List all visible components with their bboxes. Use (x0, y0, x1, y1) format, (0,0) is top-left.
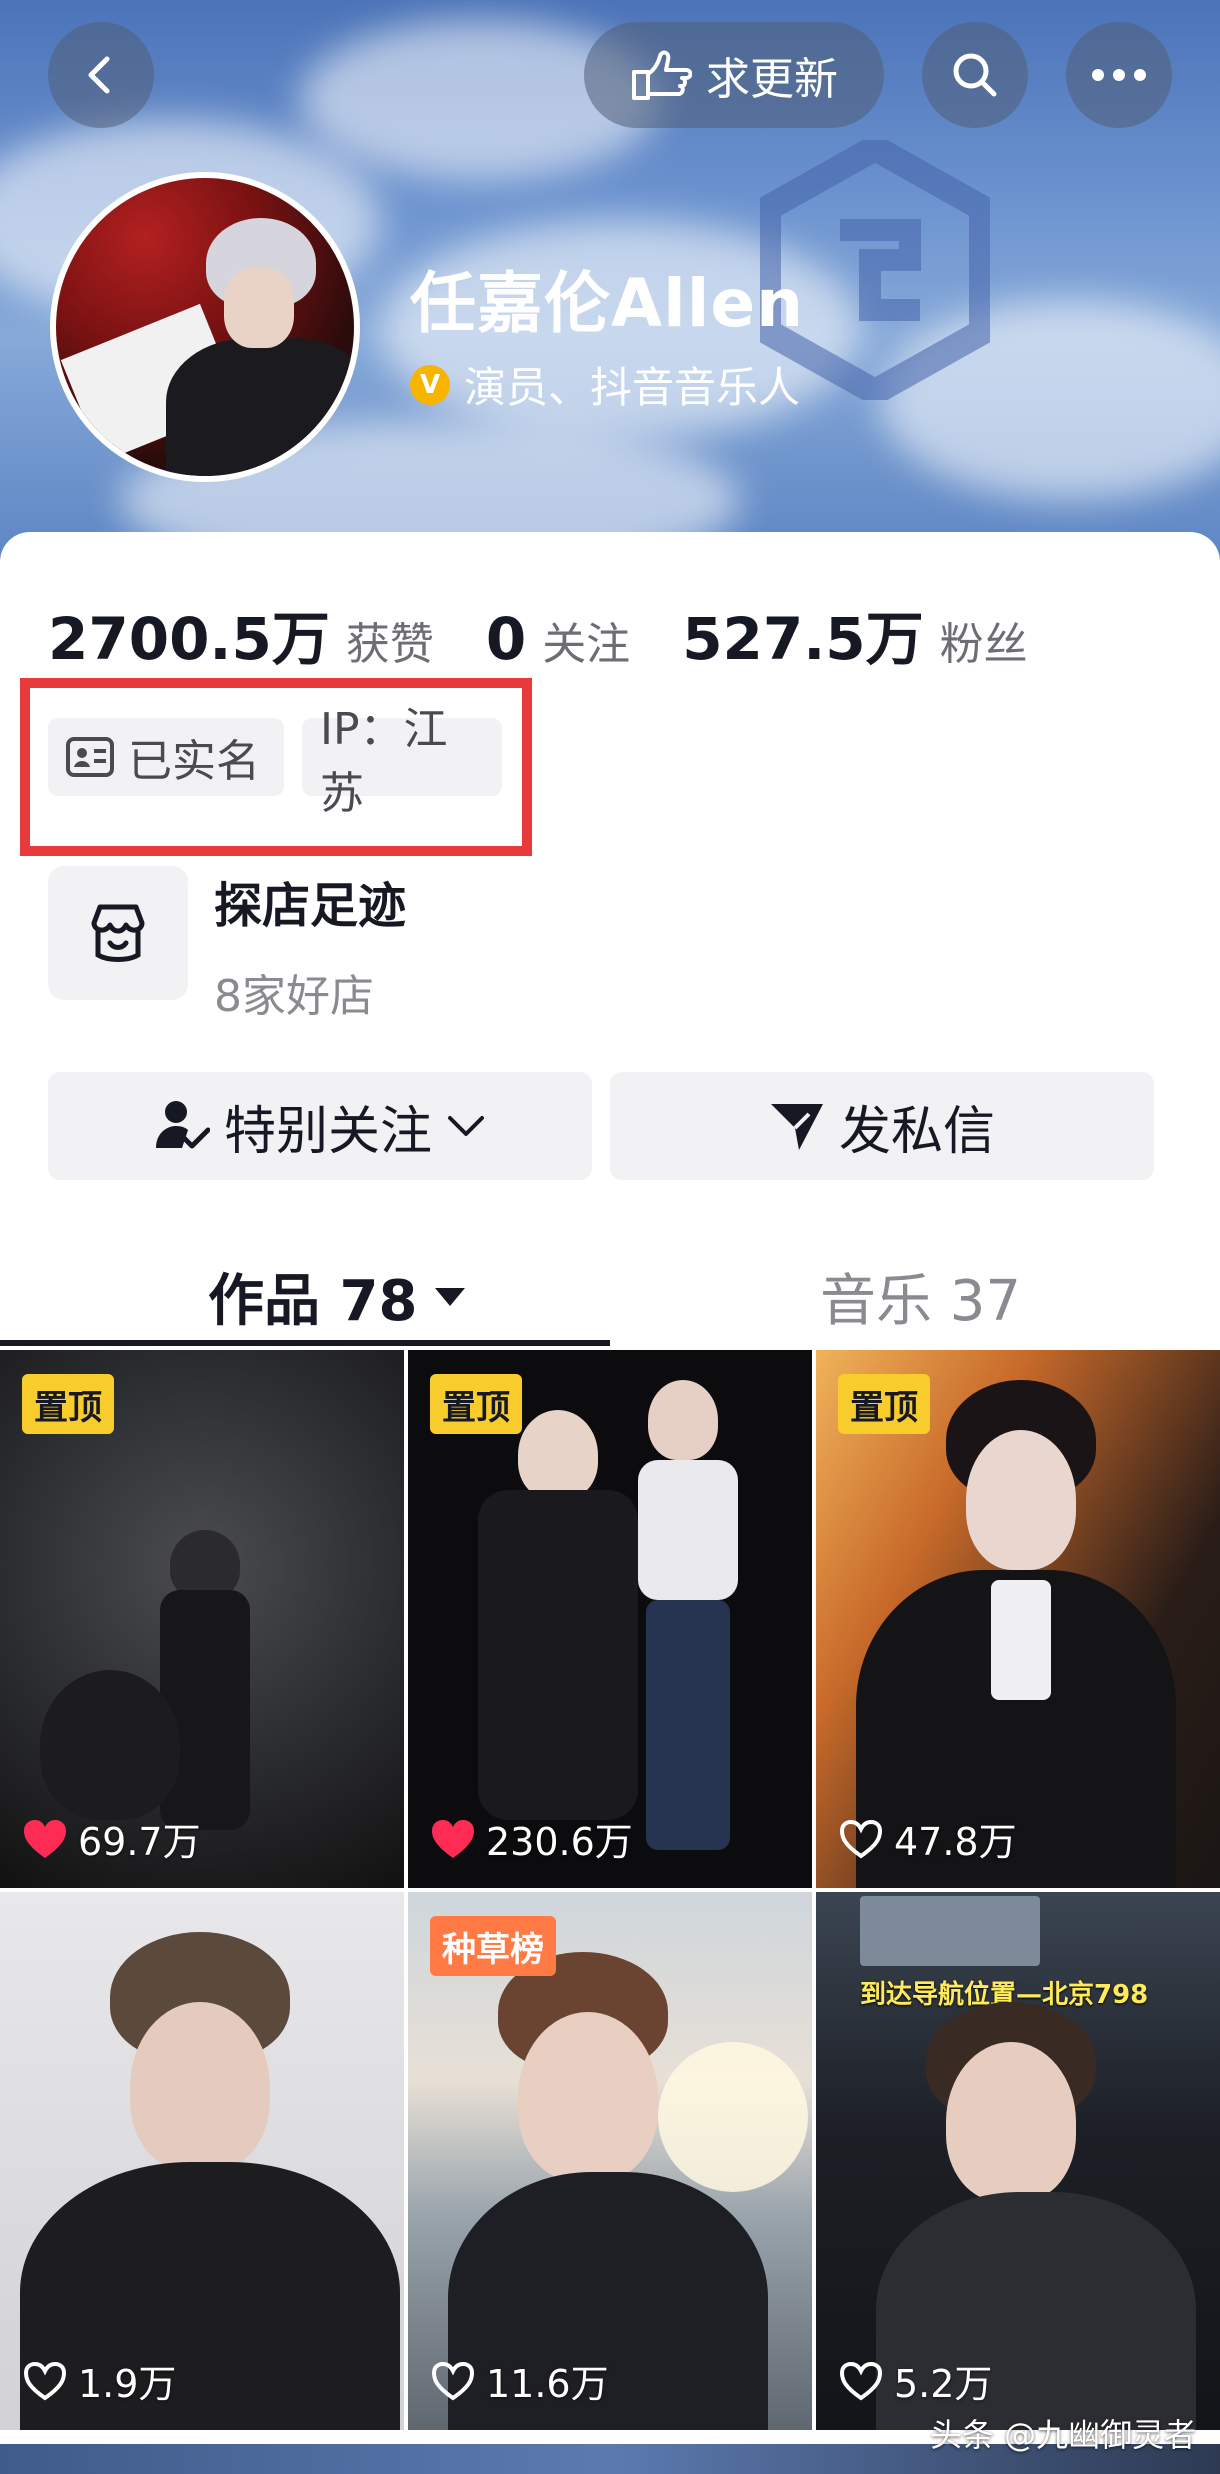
photo-part (160, 1590, 250, 1830)
shop-title: 探店足迹 (214, 878, 407, 934)
photo-part (860, 1896, 1040, 1966)
profile-name: 任嘉伦Allen (410, 265, 805, 342)
video-thumbnail[interactable]: 置顶 47.8万 (816, 1350, 1220, 1888)
real-name-label: 已实名 (128, 736, 260, 787)
video-likes: 1.9万 (22, 2353, 176, 2408)
special-follow-button[interactable]: 特别关注 (48, 1072, 592, 1180)
heart-icon (432, 1819, 474, 1858)
followers-label[interactable]: 粉丝 (940, 608, 1028, 672)
stats-row: 2700.5万 获赞 0 关注 527.5万 粉丝 (48, 592, 1064, 676)
photo-part (946, 2042, 1076, 2202)
likes-count: 2700.5万 (48, 605, 330, 673)
heart-outline-icon (431, 2361, 475, 2400)
following-count[interactable]: 0 (486, 605, 526, 673)
tab-music-label: 音乐 37 (820, 1269, 1022, 1334)
heart-icon (24, 1819, 66, 1858)
store-icon (48, 866, 188, 1000)
video-likes: 69.7万 (22, 1811, 201, 1866)
followers-count[interactable]: 527.5万 (682, 592, 923, 676)
tab-music[interactable]: 音乐 37 (820, 1256, 1021, 1337)
verification-row: V 演员、抖音音乐人 (410, 354, 800, 415)
send-message-button[interactable]: 发私信 (610, 1072, 1154, 1180)
video-thumbnail[interactable]: 置顶 230.6万 (408, 1350, 812, 1888)
video-thumbnail[interactable]: 1.9万 (0, 1892, 404, 2430)
id-card-icon (66, 737, 114, 777)
photo-part (638, 1460, 738, 1600)
shop-subtitle: 8家好店 (214, 971, 374, 1022)
real-name-tag: 已实名 (48, 718, 284, 796)
search-icon (953, 53, 997, 97)
trending-badge: 种草榜 (430, 1916, 556, 1976)
search-button[interactable] (922, 22, 1028, 128)
likes-count-label: 69.7万 (78, 1820, 201, 1864)
video-likes: 230.6万 (430, 1811, 633, 1866)
likes-count-label: 230.6万 (486, 1820, 633, 1864)
avatar-photo-part (166, 338, 354, 476)
pinned-badge: 置顶 (838, 1374, 930, 1434)
photo-part (518, 1410, 598, 1500)
photo-part (478, 1490, 638, 1820)
heart-outline-icon (839, 1819, 883, 1858)
caret-down-icon (435, 1287, 466, 1306)
ip-location-tag: IP：江苏 (302, 704, 502, 819)
video-thumbnail[interactable]: 到达导航位置—北京798 5.2万 (816, 1892, 1220, 2430)
video-thumbnail[interactable]: 置顶 69.7万 (0, 1350, 404, 1888)
photo-part (130, 2002, 270, 2172)
photo-part (518, 2012, 658, 2182)
photo-part (966, 1430, 1076, 1570)
tab-works[interactable]: 作品 78 (208, 1256, 467, 1337)
special-follow-label: 特别关注 (223, 1101, 432, 1162)
tab-works-label: 作品 78 (208, 1269, 418, 1334)
pinned-badge: 置顶 (430, 1374, 522, 1434)
shop-footprint[interactable]: 探店足迹 8家好店 (48, 866, 406, 1024)
likes-count-label: 5.2万 (894, 2362, 993, 2406)
photo-part (40, 1670, 180, 1820)
more-dots-icon (1092, 69, 1146, 81)
avatar[interactable] (50, 172, 360, 482)
chevron-down-icon (448, 1116, 484, 1136)
likes-count-label: 1.9万 (78, 2362, 177, 2406)
watermark-text: 头条 @九幽御灵者 (930, 2416, 1197, 2454)
avatar-photo-part (224, 268, 294, 348)
more-button[interactable] (1066, 22, 1172, 128)
photo-part (991, 1580, 1051, 1700)
following-label[interactable]: 关注 (542, 608, 630, 672)
likes-count-label: 11.6万 (486, 2362, 609, 2406)
video-likes: 5.2万 (838, 2353, 992, 2408)
photo-part (648, 1380, 718, 1460)
heart-outline-icon (23, 2361, 67, 2400)
pinned-badge: 置顶 (22, 1374, 114, 1434)
tab-active-indicator (0, 1340, 610, 1346)
request-update-label: 求更新 (706, 54, 838, 105)
verification-text: 演员、抖音音乐人 (464, 363, 801, 412)
photo-part (658, 2042, 808, 2192)
video-likes: 47.8万 (838, 1811, 1017, 1866)
send-icon (770, 1104, 823, 1150)
content-tabs: 作品 78 音乐 37 (0, 1236, 1220, 1346)
chevron-left-icon (88, 56, 110, 94)
verified-badge-icon: V (410, 364, 450, 405)
hand-point-icon (632, 50, 692, 100)
heart-outline-icon (839, 2361, 883, 2400)
back-button[interactable] (48, 22, 154, 128)
likes-label: 获赞 (345, 619, 434, 670)
request-update-button[interactable]: 求更新 (584, 22, 884, 128)
send-message-label: 发私信 (838, 1101, 995, 1162)
user-check-icon (155, 1101, 210, 1149)
video-thumbnail[interactable]: 种草榜 11.6万 (408, 1892, 812, 2430)
video-likes: 11.6万 (430, 2353, 609, 2408)
ip-location-label: IP：江苏 (320, 704, 448, 819)
likes-count-label: 47.8万 (894, 1820, 1017, 1864)
photo-part (646, 1600, 730, 1850)
